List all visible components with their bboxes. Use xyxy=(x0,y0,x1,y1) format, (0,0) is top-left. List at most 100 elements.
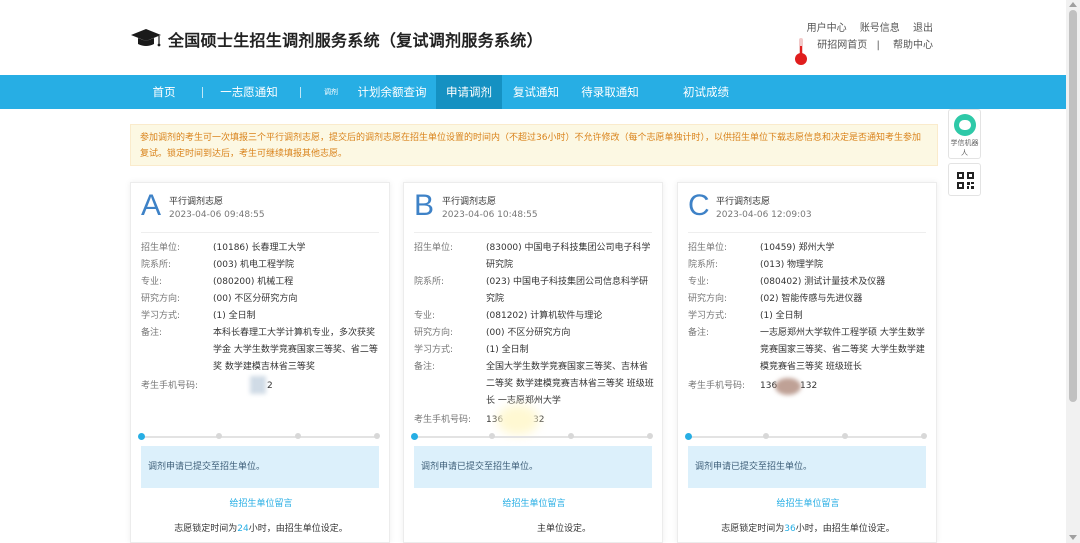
notice-banner: 参加调剂的考生可一次填报三个平行调剂志愿，提交后的调剂志愿在招生单位设置的时间内… xyxy=(130,124,938,166)
user-links-row1: 用户中心 账号信息 退出 xyxy=(797,20,933,37)
progress-dot xyxy=(489,433,495,439)
nav-first-choice-notice[interactable]: 一志愿通知 xyxy=(213,75,285,109)
dept-value: (013) 物理学院 xyxy=(760,260,824,270)
choice-letter: C xyxy=(688,189,710,222)
choice-type: 平行调剂志愿 xyxy=(169,197,224,207)
phone-redaction xyxy=(497,405,539,435)
remark-label: 备注: xyxy=(414,362,436,372)
unit-value: (83000) 中国电子科技集团公司电子科学研究院 xyxy=(486,243,651,270)
page: 全国硕士生招生调剂服务系统（复试调剂服务系统） 用户中心 账号信息 退出 研招网… xyxy=(0,0,1066,543)
header: 全国硕士生招生调剂服务系统（复试调剂服务系统） 用户中心 账号信息 退出 研招网… xyxy=(0,0,1066,75)
lock-suffix: 小时，由招生单位设定。 xyxy=(248,524,348,534)
user-links-row2: 研招网首页 | 帮助中心 xyxy=(797,37,933,54)
progress-track xyxy=(141,436,379,438)
lock-suffix: 主单位设定。 xyxy=(536,524,591,534)
robot-assistant-button[interactable]: 学信机器人 xyxy=(948,109,981,159)
leave-message-link[interactable]: 给招生单位留言 xyxy=(404,496,662,509)
card-divider xyxy=(688,232,926,233)
choice-type: 平行调剂志愿 xyxy=(716,197,771,207)
remark-value: 本科长春理工大学计算机专业，多次获奖学金 大学生数学竞赛国家三等奖、省二等奖 数… xyxy=(213,328,378,372)
status-box: 调剂申请已提交至招生单位。 xyxy=(414,446,652,488)
nav-initial-score[interactable]: 初试成绩 xyxy=(676,75,736,109)
phone-value: 2 xyxy=(267,381,273,391)
lock-suffix: 小时，由招生单位设定。 xyxy=(795,524,895,534)
progress-dot-active xyxy=(685,433,692,440)
remark-value: 一志愿郑州大学软件工程学硕 大学生数学竞赛国家三等奖、省二等奖 大学生数学建模竞… xyxy=(760,328,925,372)
nav-plan-balance[interactable]: 计划余额查询 xyxy=(352,75,432,109)
progress-dot-active xyxy=(138,433,145,440)
choice-time: 2023-04-06 09:48:55 xyxy=(169,210,265,220)
qr-code-icon xyxy=(957,172,974,189)
nav-apply-adjust[interactable]: 申请调剂 xyxy=(436,75,502,109)
progress-dot xyxy=(842,433,848,439)
major-label: 专业: xyxy=(414,311,436,321)
scrollbar-thumb[interactable] xyxy=(1069,10,1077,402)
dept-label: 院系所: xyxy=(688,260,719,270)
choice-letter: A xyxy=(141,189,162,222)
choice-time: 2023-04-06 12:09:03 xyxy=(716,210,812,220)
unit-label: 招生单位: xyxy=(414,243,454,253)
major-label: 专业: xyxy=(141,277,163,287)
nav-home[interactable]: 首页 xyxy=(141,75,187,109)
lock-time-text: 主单位设定。 xyxy=(404,521,662,534)
progress-track xyxy=(414,436,652,438)
graduation-cap-icon xyxy=(131,29,161,47)
mode-value: (1) 全日制 xyxy=(213,311,256,321)
nav-retest-notice[interactable]: 复试通知 xyxy=(506,75,566,109)
dept-label: 院系所: xyxy=(141,260,172,270)
lock-prefix: 志愿锁定时间为 xyxy=(174,524,238,534)
main-nav: 首页 一志愿通知 调剂 计划余额查询 申请调剂 复试通知 待录取通知 初试成绩 xyxy=(0,75,1066,109)
phone-label: 考生手机号码: xyxy=(688,381,746,391)
phone-tail: 32 xyxy=(533,412,662,429)
progress-track xyxy=(688,436,926,438)
major-label: 专业: xyxy=(688,277,710,287)
scroll-down-arrow-icon[interactable] xyxy=(1069,535,1077,540)
logout-link[interactable]: 退出 xyxy=(913,23,933,34)
status-box: 调剂申请已提交至招生单位。 xyxy=(141,446,379,488)
major-value: (081202) 计算机软件与理论 xyxy=(486,311,603,321)
direction-label: 研究方向: xyxy=(688,294,728,304)
dept-value: (023) 中国电子科技集团公司信息科学研究院 xyxy=(486,277,649,304)
user-center-link[interactable]: 用户中心 xyxy=(807,23,847,34)
phone-redaction xyxy=(250,376,266,394)
link-separator: | xyxy=(876,40,880,51)
progress-dot xyxy=(921,433,927,439)
unit-label: 招生单位: xyxy=(141,243,181,253)
robot-label: 学信机器人 xyxy=(950,139,979,157)
progress-dot xyxy=(216,433,222,439)
chsi-home-link[interactable]: 研招网首页 xyxy=(817,40,867,51)
help-center-link[interactable]: 帮助中心 xyxy=(893,40,933,51)
mode-label: 学习方式: xyxy=(141,311,181,321)
phone-redaction xyxy=(775,378,801,395)
direction-label: 研究方向: xyxy=(414,328,454,338)
leave-message-link[interactable]: 给招生单位留言 xyxy=(678,496,936,509)
direction-value: (02) 智能传感与先进仪器 xyxy=(760,294,863,304)
site-title: 全国硕士生招生调剂服务系统（复试调剂服务系统） xyxy=(168,31,543,50)
phone-label: 考生手机号码: xyxy=(141,381,199,391)
mode-label: 学习方式: xyxy=(414,345,454,355)
nav-admission-notice[interactable]: 待录取通知 xyxy=(574,75,646,109)
dept-value: (003) 机电工程学院 xyxy=(213,260,295,270)
progress-dot xyxy=(374,433,380,439)
account-info-link[interactable]: 账号信息 xyxy=(860,23,900,34)
major-value: (080402) 测试计量技术及仪器 xyxy=(760,277,886,287)
lock-prefix: 志愿锁定时间为 xyxy=(721,524,785,534)
choice-card-b: B 平行调剂志愿 2023-04-06 10:48:55 招生单位: (8300… xyxy=(403,182,663,543)
remark-label: 备注: xyxy=(141,328,163,338)
user-links: 用户中心 账号信息 退出 研招网首页 | 帮助中心 xyxy=(797,20,933,54)
progress-dot xyxy=(295,433,301,439)
direction-value: (00) 不区分研究方向 xyxy=(213,294,298,304)
progress-dot xyxy=(647,433,653,439)
remark-value: 全国大学生数学竞赛国家三等奖、吉林省二等奖 数学建模竞赛吉林省三等奖 班级班长 … xyxy=(486,362,654,406)
lock-time-text: 志愿锁定时间为36小时，由招生单位设定。 xyxy=(678,521,936,534)
progress-dot-active xyxy=(411,433,418,440)
qr-code-button[interactable] xyxy=(948,163,981,196)
phone-tail: 132 xyxy=(800,381,818,391)
scroll-up-arrow-icon[interactable] xyxy=(1069,2,1077,7)
unit-label: 招生单位: xyxy=(688,243,728,253)
mode-value: (1) 全日制 xyxy=(486,345,529,355)
mode-label: 学习方式: xyxy=(688,311,728,321)
leave-message-link[interactable]: 给招生单位留言 xyxy=(131,496,389,509)
nav-divider xyxy=(202,87,203,98)
progress-dot xyxy=(568,433,574,439)
